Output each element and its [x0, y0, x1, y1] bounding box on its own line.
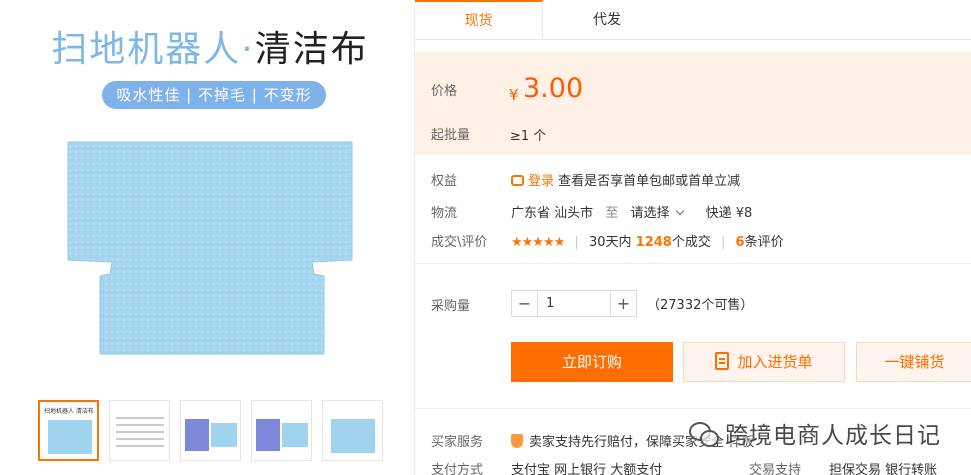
- available-stock: （27332个可售）: [647, 298, 754, 313]
- logistics-row: 物流 广东省 汕头市 至 请选择 快递 ¥8: [415, 200, 971, 222]
- deal-suffix: 个成交: [671, 235, 711, 250]
- separator: |: [574, 235, 579, 250]
- product-gallery: 扫地机器人·清洁布 吸水性佳 | 不掉毛 | 不变形 扫地机器人 清洁布: [0, 0, 400, 475]
- price-value: 3.00: [523, 73, 584, 104]
- destination-select-label: 请选择: [630, 206, 670, 221]
- thumbnail-4[interactable]: [251, 400, 312, 461]
- add-to-cart-label: 加入进货单: [737, 353, 813, 371]
- login-link[interactable]: 登录: [528, 174, 554, 189]
- thumbnail-1[interactable]: 扫地机器人 清洁布: [38, 400, 99, 461]
- logistics-value: 广东省 汕头市 至 请选择 快递 ¥8: [511, 202, 752, 221]
- logistics-to: 至: [605, 206, 619, 221]
- benefit-text: 查看是否享首单包邮或首单立减: [558, 174, 741, 189]
- buyer-service-label: 买家服务: [431, 435, 484, 450]
- buyer-service-text: 卖家支持先行赔付，保障买家: [529, 435, 699, 450]
- review-count[interactable]: 6: [736, 235, 745, 250]
- divider: [415, 408, 971, 409]
- buy-now-button[interactable]: 立即订购: [511, 342, 673, 382]
- login-icon: [511, 175, 524, 186]
- wechat-icon: [689, 420, 719, 447]
- price-box: 价格 ¥ 3.00 起批量 ≥1 个: [415, 52, 971, 155]
- thumbnail-3-image: [185, 419, 209, 451]
- logistics-origin: 广东省 汕头市: [511, 206, 594, 221]
- quantity-plus-button[interactable]: +: [610, 290, 637, 317]
- chevron-down-icon: [676, 206, 685, 216]
- destination-select[interactable]: 请选择: [630, 206, 685, 221]
- thumbnail-1-image: [48, 420, 92, 454]
- thumbnail-strip: 扫地机器人 清洁布: [38, 400, 388, 462]
- thumbnail-1-title: 扫地机器人 清洁布: [44, 408, 93, 415]
- trade-support-values: 担保交易 银行转账: [829, 463, 938, 475]
- benefit-value: 登录 查看是否享首单包邮或首单立减: [511, 170, 740, 189]
- quantity-stepper: − 1 + （27332个可售）: [511, 290, 753, 317]
- rating-stars-icon: ★★★★★: [511, 235, 565, 250]
- quantity-minus-button[interactable]: −: [511, 290, 538, 317]
- thumbnail-2[interactable]: [109, 400, 170, 461]
- moq-label: 起批量: [431, 128, 471, 143]
- thumbnail-2-image: [116, 417, 164, 452]
- quantity-input[interactable]: 1: [538, 290, 610, 317]
- thumbnail-5-image: [331, 419, 375, 453]
- product-info-panel: 现货 代发 价格 ¥ 3.00 起批量 ≥1 个 权益 登录 查看是否享首单包邮…: [414, 0, 971, 475]
- offer-tabs: 现货 代发: [415, 0, 971, 40]
- hero-title-b: 清洁布: [254, 29, 369, 70]
- payment-label: 支付方式: [431, 463, 484, 475]
- thumbnail-3[interactable]: [180, 400, 241, 461]
- benefit-row: 权益 登录 查看是否享首单包邮或首单立减: [415, 168, 971, 190]
- hero-tags: 吸水性佳 | 不掉毛 | 不变形: [102, 81, 326, 109]
- add-to-cart-button[interactable]: 加入进货单: [683, 342, 845, 382]
- one-click-distribute-button[interactable]: 一键铺货: [856, 342, 971, 382]
- deal-count[interactable]: 1248: [636, 235, 672, 250]
- watermark-text: 跨境电商人成长日记: [725, 423, 941, 449]
- separator: |: [720, 235, 726, 250]
- reviews-value: ★★★★★ | 30天内 1248个成交 | 6条评价: [511, 231, 784, 250]
- deal-days: 30天内: [588, 235, 632, 250]
- benefit-label: 权益: [431, 174, 458, 189]
- divider: [415, 263, 971, 264]
- reviews-label: 成交\评价: [431, 235, 488, 250]
- clipboard-icon: [715, 352, 730, 370]
- tab-dropship[interactable]: 代发: [543, 0, 671, 39]
- review-suffix: 条评价: [744, 235, 784, 250]
- reviews-row: 成交\评价 ★★★★★ | 30天内 1248个成交 | 6条评价: [415, 229, 971, 251]
- thumbnail-4-image: [256, 419, 280, 451]
- logistics-label: 物流: [431, 206, 458, 221]
- tab-in-stock[interactable]: 现货: [415, 0, 543, 39]
- price-label: 价格: [431, 84, 458, 99]
- moq-value: ≥1 个: [510, 129, 547, 144]
- product-main-image[interactable]: [62, 138, 358, 358]
- thumbnail-4-cloth: [282, 423, 308, 447]
- watermark: 跨境电商人成长日记: [689, 416, 941, 450]
- payment-methods: 支付宝 网上银行 大额支付: [511, 463, 663, 475]
- thumbnail-5[interactable]: [322, 400, 383, 461]
- express-fee: 快递 ¥8: [705, 206, 753, 221]
- payment-row: 支付方式 支付宝 网上银行 大额支付 交易支持 担保交易 银行转账: [415, 457, 971, 475]
- purchase-qty-label: 采购量: [431, 299, 471, 314]
- shield-icon: [511, 434, 523, 448]
- hero-title: 扫地机器人·清洁布: [0, 20, 420, 72]
- hero-title-a: 扫地机器人·: [51, 29, 255, 70]
- trade-support-label: 交易支持: [749, 463, 802, 475]
- thumbnail-3-cloth: [211, 423, 237, 447]
- price-currency: ¥: [509, 86, 519, 104]
